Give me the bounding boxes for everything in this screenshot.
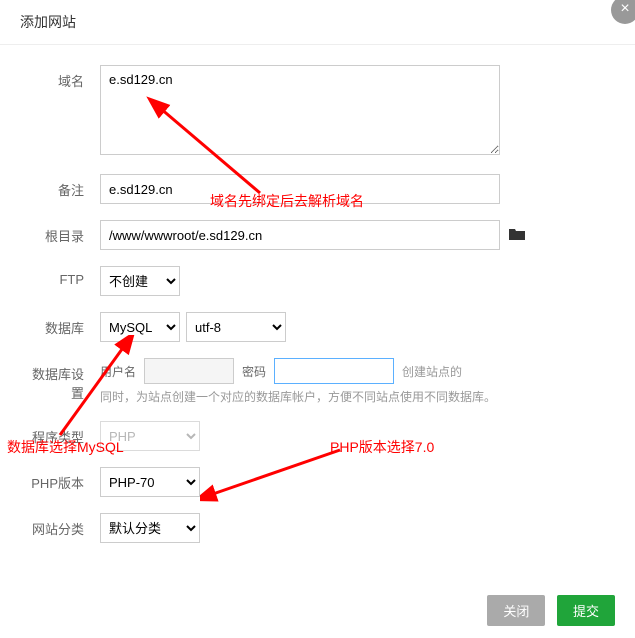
db-hint: 同时，为站点创建一个对应的数据库帐户，方便不同站点使用不同数据库。: [100, 388, 615, 405]
modal-footer: 关闭 提交: [0, 583, 635, 638]
label-site-category: 网站分类: [20, 513, 100, 538]
label-domain: 域名: [20, 65, 100, 90]
db-user-label: 用户名: [100, 363, 136, 380]
folder-icon[interactable]: [508, 227, 526, 244]
submit-button[interactable]: 提交: [557, 595, 615, 626]
label-note: 备注: [20, 174, 100, 199]
note-input[interactable]: [100, 174, 500, 204]
label-php-version: PHP版本: [20, 467, 100, 492]
php-version-select[interactable]: PHP-70: [100, 467, 200, 497]
db-pwd-label: 密码: [242, 363, 266, 380]
domain-input[interactable]: e.sd129.cn: [100, 65, 500, 155]
root-input[interactable]: [100, 220, 500, 250]
label-database: 数据库: [20, 312, 100, 337]
modal-title: 添加网站: [20, 14, 76, 30]
label-ftp: FTP: [20, 266, 100, 287]
db-create-hint: 创建站点的: [402, 363, 462, 380]
label-root: 根目录: [20, 220, 100, 245]
modal-body: 域名 e.sd129.cn 备注 根目录 FTP 不创建 数据库: [0, 45, 635, 569]
db-pwd-input[interactable]: [274, 358, 394, 384]
db-user-input[interactable]: [144, 358, 234, 384]
program-type-select: PHP: [100, 421, 200, 451]
database-charset-select[interactable]: utf-8: [186, 312, 286, 342]
site-category-select[interactable]: 默认分类: [100, 513, 200, 543]
database-type-select[interactable]: MySQL: [100, 312, 180, 342]
modal-header: 添加网站: [0, 0, 635, 45]
label-program-type: 程序类型: [20, 421, 100, 446]
ftp-select[interactable]: 不创建: [100, 266, 180, 296]
label-db-settings: 数据库设置: [20, 358, 100, 402]
close-button[interactable]: 关闭: [487, 595, 545, 626]
